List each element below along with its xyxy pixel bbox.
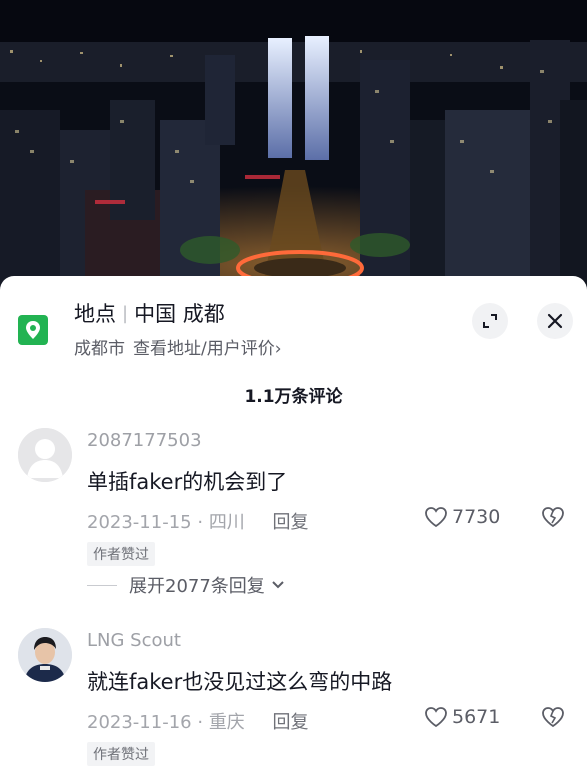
expand-replies[interactable]: 展开2077条回复 — [87, 572, 285, 598]
default-avatar-icon — [18, 428, 72, 482]
comment-meta: 2023-11-16 · 重庆 回复 — [87, 708, 309, 734]
comments-count: 1.1万条评论 — [244, 387, 343, 407]
avatar[interactable] — [18, 428, 72, 482]
comment-meta: 2023-11-15 · 四川 回复 — [87, 508, 309, 534]
author-liked-badge: 作者赞过 — [87, 542, 155, 566]
like-count: 7730 — [452, 506, 501, 528]
expand-button[interactable] — [472, 303, 508, 339]
city-night-image — [0, 0, 587, 290]
chevron-down-icon — [272, 581, 284, 589]
heart-icon — [425, 707, 447, 728]
location-label: 地点 — [74, 302, 116, 326]
view-address-link[interactable]: 查看地址/用户评价 — [133, 339, 275, 359]
comment-text: 就连faker也没见过这么弯的中路 — [87, 670, 393, 694]
broken-heart-icon — [542, 707, 564, 728]
dislike-button[interactable] — [540, 506, 566, 532]
comment-date: 2023-11-15 — [87, 512, 192, 533]
comment-username[interactable]: 2087177503 — [87, 430, 202, 451]
like-button[interactable]: 7730 — [424, 506, 500, 528]
reply-button[interactable]: 回复 — [273, 512, 309, 533]
meta-dot: · — [197, 512, 204, 533]
user-photo-avatar — [18, 628, 72, 682]
divider-line — [87, 584, 117, 586]
location-subtitle[interactable]: 成都市 查看地址/用户评价› — [74, 334, 282, 359]
comment-region: 重庆 — [208, 712, 245, 733]
meta-dot: · — [197, 712, 204, 733]
author-liked-badge: 作者赞过 — [87, 742, 155, 766]
expand-replies-label: 展开2077条回复 — [129, 576, 265, 597]
dislike-button[interactable] — [540, 706, 566, 732]
expand-icon — [483, 314, 497, 328]
close-button[interactable] — [537, 303, 573, 339]
location-pin-icon — [18, 315, 48, 345]
video-frame[interactable] — [0, 0, 587, 290]
comment-date: 2023-11-16 — [87, 712, 192, 733]
comment-sheet: 地点 | 中国 成都 成都市 查看地址/用户评价› 1.1万条评论 208717750… — [0, 276, 587, 766]
title-divider: | — [122, 303, 129, 324]
close-icon — [547, 313, 563, 329]
location-city: 成都市 — [74, 339, 125, 359]
avatar[interactable] — [18, 628, 72, 682]
comment-text: 单插faker的机会到了 — [87, 470, 288, 494]
broken-heart-icon — [542, 507, 564, 528]
like-count: 5671 — [452, 706, 501, 728]
like-button[interactable]: 5671 — [424, 706, 500, 728]
comment-region: 四川 — [208, 512, 245, 533]
heart-icon — [425, 507, 447, 528]
reply-button[interactable]: 回复 — [273, 712, 309, 733]
chevron-right-icon: › — [274, 339, 282, 359]
comment-username[interactable]: LNG Scout — [87, 630, 181, 651]
location-place: 中国 成都 — [134, 302, 225, 326]
location-title[interactable]: 地点 | 中国 成都 — [74, 298, 225, 328]
